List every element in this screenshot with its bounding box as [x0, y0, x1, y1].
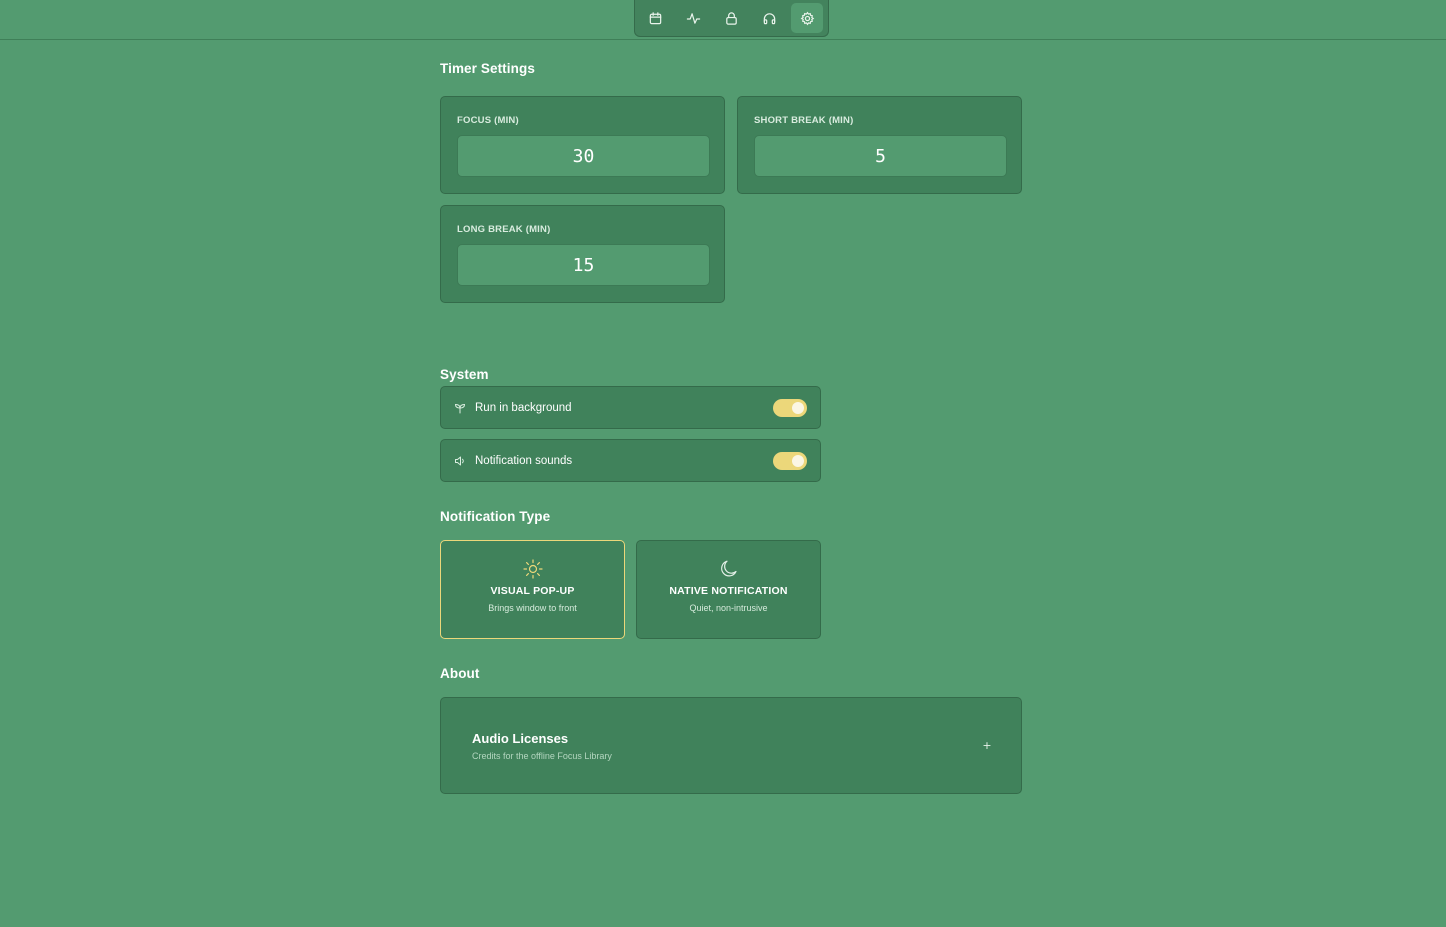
notification-sounds-toggle[interactable] — [773, 451, 807, 470]
main-nav — [634, 0, 829, 37]
run-background-label: Run in background — [475, 401, 572, 414]
headphones-icon — [763, 12, 775, 24]
nav-lock-button[interactable] — [715, 3, 747, 33]
long-break-input[interactable] — [457, 244, 710, 286]
expand-plus-icon[interactable]: + — [981, 739, 993, 752]
run-background-toggle[interactable] — [773, 398, 807, 417]
moon-icon — [720, 560, 737, 577]
audio-licenses-subtitle: Credits for the offline Focus Library — [472, 750, 612, 761]
focus-card: FOCUS (MIN) — [440, 96, 725, 194]
notification-sounds-row[interactable]: Notification sounds — [440, 439, 821, 482]
long-break-card: LONG BREAK (MIN) — [440, 205, 725, 303]
notification-sounds-label: Notification sounds — [475, 454, 573, 467]
sprout-icon — [454, 402, 466, 414]
long-break-label: LONG BREAK (MIN) — [457, 224, 551, 235]
sun-icon — [522, 559, 543, 579]
speaker-icon — [454, 455, 466, 467]
visual-popup-option[interactable]: VISUAL POP-UP Brings window to front — [440, 540, 625, 639]
focus-label: FOCUS (MIN) — [457, 115, 519, 126]
notification-type-options: VISUAL POP-UP Brings window to front NAT… — [440, 540, 1022, 639]
top-bar — [0, 0, 1446, 40]
nav-calendar-button[interactable] — [639, 3, 671, 33]
native-notification-subtitle: Quiet, non-intrusive — [689, 603, 768, 613]
timer-settings-title: Timer Settings — [440, 61, 535, 76]
settings-content: Timer Settings FOCUS (MIN) SHORT BREAK (… — [440, 58, 1022, 794]
short-break-card: SHORT BREAK (MIN) — [737, 96, 1022, 194]
short-break-input[interactable] — [754, 135, 1007, 177]
nav-headphones-button[interactable] — [753, 3, 785, 33]
nav-activity-button[interactable] — [677, 3, 709, 33]
short-break-label: SHORT BREAK (MIN) — [754, 115, 854, 126]
run-background-row[interactable]: Run in background — [440, 386, 821, 429]
audio-licenses-title: Audio Licenses — [472, 730, 569, 746]
notification-type-title: Notification Type — [440, 509, 551, 524]
activity-icon — [686, 12, 700, 24]
toggle-knob — [792, 401, 804, 414]
toggle-knob — [792, 454, 804, 467]
timer-grid: FOCUS (MIN) SHORT BREAK (MIN) LONG BREAK… — [440, 96, 1022, 324]
audio-licenses-card[interactable]: Audio Licenses Credits for the offline F… — [440, 697, 1022, 794]
lock-icon — [725, 11, 737, 25]
nav-settings-button[interactable] — [791, 3, 823, 33]
audio-licenses-text: Audio Licenses Credits for the offline F… — [472, 731, 981, 761]
visual-popup-subtitle: Brings window to front — [488, 603, 577, 613]
focus-input[interactable] — [457, 135, 710, 177]
native-notification-title: NATIVE NOTIFICATION — [669, 585, 788, 597]
about-title: About — [440, 666, 480, 681]
visual-popup-title: VISUAL POP-UP — [490, 585, 575, 597]
native-notification-option[interactable]: NATIVE NOTIFICATION Quiet, non-intrusive — [636, 540, 821, 639]
gear-icon — [800, 11, 814, 25]
calendar-icon — [649, 11, 661, 24]
system-title: System — [440, 367, 489, 382]
